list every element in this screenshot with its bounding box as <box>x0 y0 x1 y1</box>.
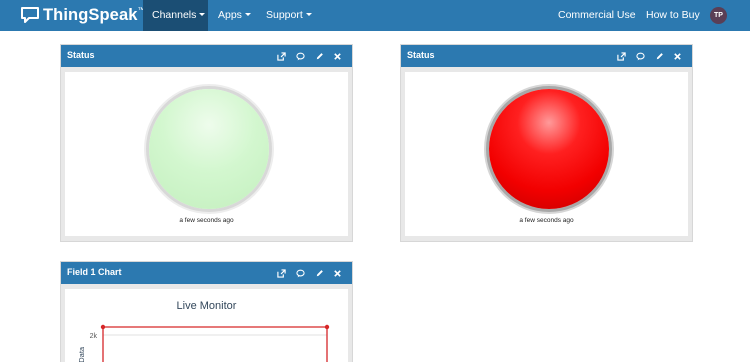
comment-icon[interactable] <box>294 267 306 279</box>
comment-icon[interactable] <box>294 50 306 62</box>
pencil-icon[interactable] <box>313 50 325 62</box>
status-widget-2: Status a few seconds ago <box>400 44 693 242</box>
nav-support-label: Support <box>266 9 303 21</box>
comment-icon[interactable] <box>634 50 646 62</box>
status-timestamp: a few seconds ago <box>519 217 574 224</box>
field-chart-widget: Field 1 Chart Live Monitor n Data 2k <box>60 261 353 362</box>
chevron-down-icon <box>305 12 312 16</box>
nav-how-to-buy[interactable]: How to Buy <box>646 0 700 31</box>
data-point[interactable] <box>324 324 330 330</box>
nav-support[interactable]: Support <box>266 0 312 31</box>
external-link-icon[interactable] <box>275 50 287 62</box>
nav-apps[interactable]: Apps <box>218 0 251 31</box>
widget-body: a few seconds ago <box>405 72 688 236</box>
widget-body: a few seconds ago <box>65 72 348 236</box>
nav-apps-label: Apps <box>218 9 242 21</box>
widget-header: Field 1 Chart <box>61 262 352 284</box>
widget-header: Status <box>401 45 692 67</box>
line-chart: n Data 2k <box>77 324 330 362</box>
series-group <box>100 324 330 362</box>
nav-channels[interactable]: Channels <box>143 0 208 31</box>
widget-title: Status <box>67 50 95 60</box>
data-point[interactable] <box>100 324 106 330</box>
status-lamp-off <box>149 89 269 209</box>
chevron-down-icon <box>244 12 251 16</box>
pencil-icon[interactable] <box>653 50 665 62</box>
widget-title: Status <box>407 50 435 60</box>
chart-body: Live Monitor n Data 2k <box>65 289 348 362</box>
user-avatar[interactable]: TP <box>710 7 727 24</box>
external-link-icon[interactable] <box>615 50 627 62</box>
chevron-down-icon <box>199 12 206 16</box>
status-lamp-on <box>489 89 609 209</box>
close-icon[interactable] <box>331 50 343 62</box>
widget-header: Status <box>61 45 352 67</box>
brand-name: ThingSpeak <box>43 5 138 24</box>
status-widget-1: Status a few seconds ago <box>60 44 353 242</box>
pencil-icon[interactable] <box>313 267 325 279</box>
close-icon[interactable] <box>331 267 343 279</box>
y-tick-2k: 2k <box>90 333 98 340</box>
close-icon[interactable] <box>671 50 683 62</box>
nav-commercial-use[interactable]: Commercial Use <box>558 0 636 31</box>
top-navbar: ThingSpeak ™ Channels Apps Support Commer… <box>0 0 750 31</box>
widget-title: Field 1 Chart <box>67 267 122 277</box>
chart-ylabel: n Data <box>77 346 86 362</box>
external-link-icon[interactable] <box>275 267 287 279</box>
chat-bubble-icon <box>21 7 39 23</box>
nav-channels-label: Channels <box>152 9 197 21</box>
brand-logo[interactable]: ThingSpeak ™ <box>20 4 145 26</box>
status-timestamp: a few seconds ago <box>179 217 234 224</box>
